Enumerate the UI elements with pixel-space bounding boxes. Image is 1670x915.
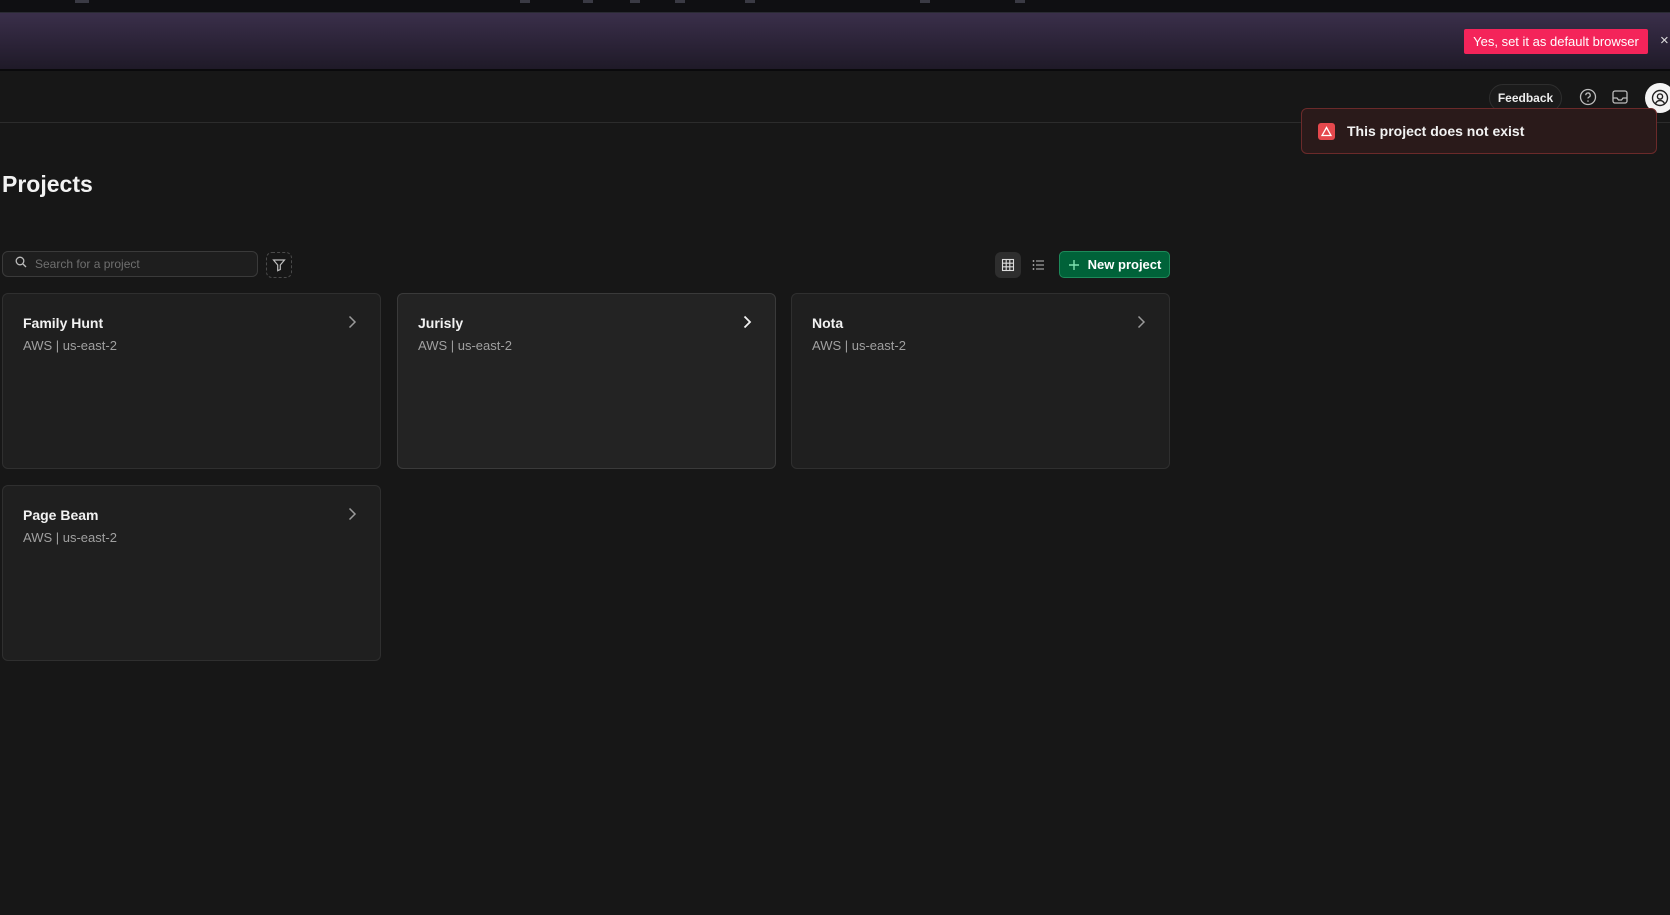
filter-button[interactable] xyxy=(266,252,292,278)
project-region: AWS | us-east-2 xyxy=(418,338,512,353)
chevron-right-icon xyxy=(1137,315,1146,329)
chevron-right-icon xyxy=(348,315,357,329)
tab-marker xyxy=(920,0,930,3)
tab-marker xyxy=(583,0,593,3)
project-region: AWS | us-east-2 xyxy=(812,338,906,353)
project-region: AWS | us-east-2 xyxy=(23,530,117,545)
new-project-label: New project xyxy=(1087,257,1162,272)
filter-icon xyxy=(272,259,286,272)
close-icon[interactable]: × xyxy=(1660,32,1669,49)
search-icon xyxy=(15,255,27,273)
toast-message: This project does not exist xyxy=(1347,123,1525,139)
grid-view-button[interactable] xyxy=(995,252,1021,278)
project-card-jurisly[interactable]: Jurisly AWS | us-east-2 xyxy=(397,293,776,469)
project-name: Page Beam xyxy=(23,507,99,523)
tab-marker xyxy=(75,0,89,3)
search-input[interactable] xyxy=(35,257,245,271)
project-name: Family Hunt xyxy=(23,315,104,331)
grid-icon xyxy=(1001,258,1015,272)
list-view-button[interactable] xyxy=(1025,252,1051,278)
plus-icon xyxy=(1068,259,1079,270)
set-default-browser-button[interactable]: Yes, set it as default browser xyxy=(1464,29,1648,54)
page-title: Projects xyxy=(2,171,93,197)
tab-marker xyxy=(630,0,640,3)
help-icon[interactable] xyxy=(1577,86,1599,108)
project-name: Jurisly xyxy=(418,315,464,331)
warning-icon xyxy=(1318,122,1335,140)
list-icon xyxy=(1032,260,1044,270)
inbox-icon[interactable] xyxy=(1609,86,1631,108)
tab-marker xyxy=(1015,0,1025,3)
default-browser-banner: Yes, set it as default browser × xyxy=(0,13,1670,71)
tab-marker xyxy=(675,0,685,3)
tab-marker xyxy=(520,0,530,3)
chevron-right-icon xyxy=(348,507,357,521)
project-card-page-beam[interactable]: Page Beam AWS | us-east-2 xyxy=(2,485,381,661)
project-region: AWS | us-east-2 xyxy=(23,338,117,353)
tab-marker xyxy=(745,0,755,3)
chevron-right-icon xyxy=(743,315,752,329)
project-name: Nota xyxy=(812,315,844,331)
browser-tab-strip xyxy=(0,0,1670,13)
project-search xyxy=(2,251,258,277)
new-project-button[interactable]: New project xyxy=(1059,251,1170,278)
project-card-family-hunt[interactable]: Family Hunt AWS | us-east-2 xyxy=(2,293,381,469)
project-card-nota[interactable]: Nota AWS | us-east-2 xyxy=(791,293,1170,469)
error-toast: This project does not exist xyxy=(1301,108,1657,154)
